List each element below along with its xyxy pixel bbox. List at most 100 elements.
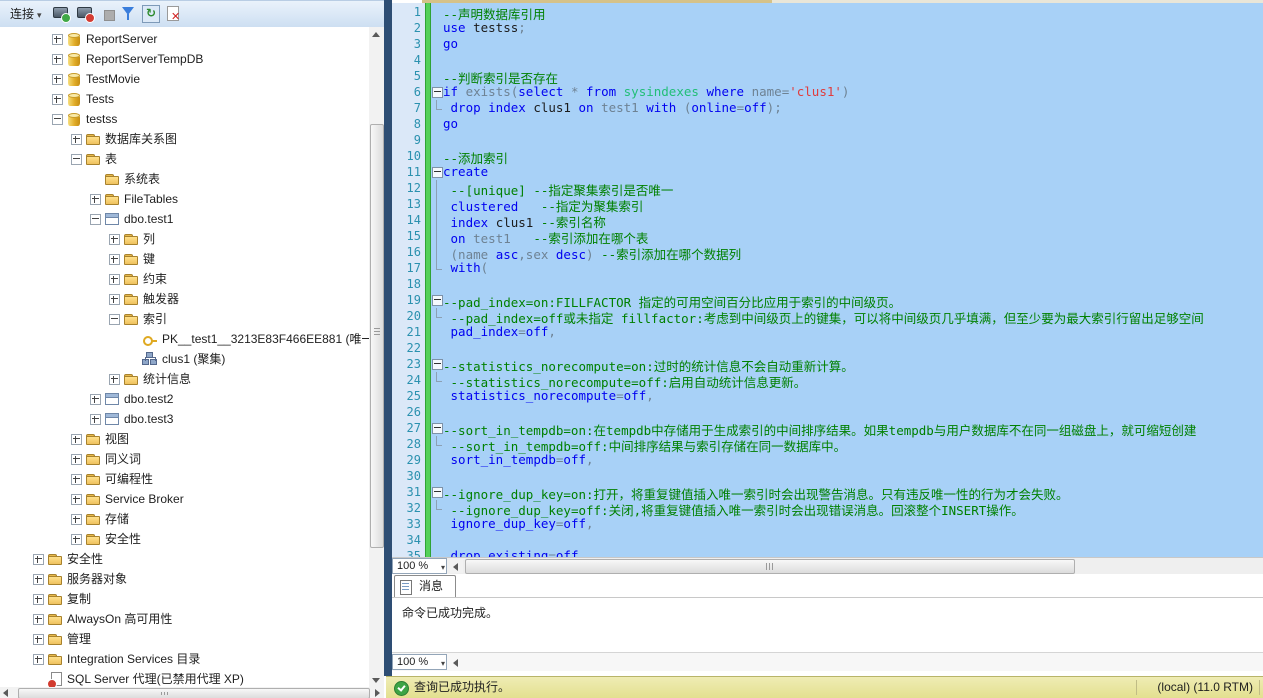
collapse-icon[interactable] [71, 154, 82, 165]
tree-item[interactable]: FileTables [0, 189, 369, 209]
code-line[interactable]: 14 index clus1 --索引名称 [392, 212, 1263, 228]
results-zoom-select[interactable]: 100 % ▾ [392, 654, 447, 670]
expand-icon[interactable] [109, 374, 120, 385]
tree-item[interactable]: 键 [0, 249, 369, 269]
expand-icon[interactable] [71, 514, 82, 525]
expand-icon[interactable] [71, 454, 82, 465]
tree-item[interactable]: ReportServerTempDB [0, 49, 369, 69]
editor-zoom-select[interactable]: 100 % ▾ [392, 558, 447, 574]
refresh-icon[interactable]: ↻ [142, 5, 160, 23]
fold-collapse-icon[interactable] [432, 487, 443, 498]
tree-item[interactable]: Service Broker [0, 489, 369, 509]
expand-icon[interactable] [33, 654, 44, 665]
code-line[interactable]: 23--statistics_norecompute=on:过时的统计信息不会自… [392, 356, 1263, 372]
collapse-icon[interactable] [52, 114, 63, 125]
code-line[interactable]: 29 sort_in_tempdb=off, [392, 452, 1263, 468]
tree-item[interactable]: ReportServer [0, 29, 369, 49]
connect-server-icon[interactable] [52, 5, 70, 23]
tree-item[interactable]: 安全性 [0, 529, 369, 549]
code-line[interactable]: 2use testss; [392, 20, 1263, 36]
scroll-left-button[interactable] [0, 687, 13, 698]
code-line[interactable]: 6if exists(select * from sysindexes wher… [392, 84, 1263, 100]
expand-icon[interactable] [109, 294, 120, 305]
code-line[interactable]: 28 --sort_in_tempdb=off:中间排序结果与索引存储在同一数据… [392, 436, 1263, 452]
connect-button[interactable]: 连接▾ [6, 5, 46, 23]
code-line[interactable]: 8go [392, 116, 1263, 132]
tree-item[interactable]: dbo.test1 [0, 209, 369, 229]
tree-horizontal-scrollbar[interactable] [0, 687, 384, 698]
tree-item[interactable]: 可编程性 [0, 469, 369, 489]
tree-item[interactable]: 视图 [0, 429, 369, 449]
collapse-icon[interactable] [109, 314, 120, 325]
sql-editor[interactable]: 1--声明数据库引用2use testss;3go45--判断索引是否存在6if… [392, 0, 1263, 557]
tree-item[interactable]: 服务器对象 [0, 569, 369, 589]
expand-icon[interactable] [71, 134, 82, 145]
tree-item[interactable]: 管理 [0, 629, 369, 649]
scroll-right-button[interactable] [371, 687, 384, 698]
expand-icon[interactable] [71, 474, 82, 485]
expand-icon[interactable] [52, 34, 63, 45]
tree-item[interactable]: Tests [0, 89, 369, 109]
tree-item[interactable]: 索引 [0, 309, 369, 329]
fold-collapse-icon[interactable] [432, 359, 443, 370]
tree-item[interactable]: 同义词 [0, 449, 369, 469]
code-line[interactable]: 33 ignore_dup_key=off, [392, 516, 1263, 532]
code-line[interactable]: 25 statistics_norecompute=off, [392, 388, 1263, 404]
code-line[interactable]: 31--ignore_dup_key=on:打开，将重复键值插入唯一索引时会出现… [392, 484, 1263, 500]
code-line[interactable]: 18 [392, 276, 1263, 292]
results-scroll-left-button[interactable] [450, 656, 463, 669]
tree-item[interactable]: 约束 [0, 269, 369, 289]
code-line[interactable]: 19--pad_index=on:FILLFACTOR 指定的可用空间百分比应用… [392, 292, 1263, 308]
code-line[interactable]: 7 drop index clus1 on test1 with (online… [392, 100, 1263, 116]
fold-collapse-icon[interactable] [432, 423, 443, 434]
editor-scroll-left-button[interactable] [450, 560, 463, 573]
tree-item[interactable]: SQL Server 代理(已禁用代理 XP) [0, 669, 369, 687]
tree-item[interactable]: clus1 (聚集) [0, 349, 369, 369]
tree-item[interactable]: 列 [0, 229, 369, 249]
tree-item[interactable]: PK__test1__3213E83F466EE881 (唯一 [0, 329, 369, 349]
editor-hscroll-thumb[interactable] [465, 559, 1075, 574]
code-line[interactable]: 10--添加索引 [392, 148, 1263, 164]
code-line[interactable]: 34 [392, 532, 1263, 548]
fold-collapse-icon[interactable] [432, 295, 443, 306]
fold-collapse-icon[interactable] [432, 167, 443, 178]
expand-icon[interactable] [90, 194, 101, 205]
expand-icon[interactable] [71, 534, 82, 545]
expand-icon[interactable] [33, 554, 44, 565]
code-line[interactable]: 9 [392, 132, 1263, 148]
pane-splitter[interactable] [384, 0, 392, 676]
expand-icon[interactable] [33, 594, 44, 605]
tree-item[interactable]: 触发器 [0, 289, 369, 309]
scroll-up-button[interactable] [369, 27, 384, 42]
disconnect-server-icon[interactable] [76, 5, 94, 23]
expand-icon[interactable] [109, 274, 120, 285]
tree-item[interactable]: 复制 [0, 589, 369, 609]
tree-item[interactable]: 安全性 [0, 549, 369, 569]
expand-icon[interactable] [33, 574, 44, 585]
tree-item[interactable]: testss [0, 109, 369, 129]
tree-item[interactable]: 系统表 [0, 169, 369, 189]
expand-icon[interactable] [109, 234, 120, 245]
code-line[interactable]: 24 --statistics_norecompute=off:启用自动统计信息… [392, 372, 1263, 388]
fold-collapse-icon[interactable] [432, 87, 443, 98]
expand-icon[interactable] [90, 394, 101, 405]
tree-hscroll-thumb[interactable] [18, 688, 370, 698]
expand-icon[interactable] [52, 54, 63, 65]
tree-item[interactable]: 统计信息 [0, 369, 369, 389]
expand-icon[interactable] [33, 634, 44, 645]
collapse-icon[interactable] [90, 214, 101, 225]
code-line[interactable]: 5--判断索引是否存在 [392, 68, 1263, 84]
tree-item[interactable]: 存储 [0, 509, 369, 529]
expand-icon[interactable] [109, 254, 120, 265]
code-line[interactable]: 1--声明数据库引用 [392, 4, 1263, 20]
expand-icon[interactable] [71, 494, 82, 505]
expand-icon[interactable] [52, 74, 63, 85]
code-line[interactable]: 3go [392, 36, 1263, 52]
code-line[interactable]: 26 [392, 404, 1263, 420]
code-line[interactable]: 16 (name asc,sex desc) --索引添加在哪个数据列 [392, 244, 1263, 260]
code-line[interactable]: 15 on test1 --索引添加在哪个表 [392, 228, 1263, 244]
tree-item[interactable]: 表 [0, 149, 369, 169]
tree-vscroll-thumb[interactable] [370, 124, 384, 548]
disconnect-script-icon[interactable]: ✕ [165, 5, 183, 23]
code-line[interactable]: 17 with( [392, 260, 1263, 276]
